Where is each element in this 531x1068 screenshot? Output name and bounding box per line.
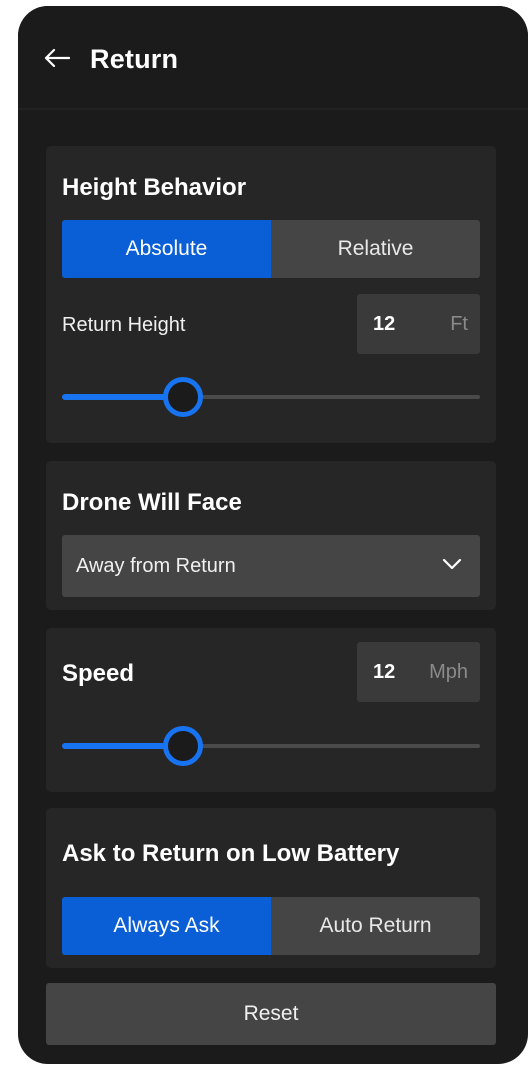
low-battery-card: Ask to Return on Low Battery Always Ask …	[46, 808, 496, 968]
reset-button[interactable]: Reset	[46, 983, 496, 1045]
height-behavior-card: Height Behavior Absolute Relative Return…	[46, 146, 496, 443]
height-mode-toggle: Absolute Relative	[62, 220, 480, 278]
speed-value: 12	[373, 660, 396, 683]
chevron-down-icon	[442, 558, 462, 570]
auto-return-option[interactable]: Auto Return	[271, 897, 480, 955]
drone-face-selected: Away from Return	[76, 554, 236, 577]
return-height-value: 12	[373, 312, 396, 335]
return-settings-screen: Return Height Behavior Absolute Relative…	[18, 6, 528, 1064]
drone-face-dropdown[interactable]: Away from Return	[62, 535, 480, 597]
absolute-option[interactable]: Absolute	[62, 220, 271, 278]
low-battery-toggle: Always Ask Auto Return	[62, 897, 480, 955]
header: Return	[18, 6, 528, 110]
relative-option[interactable]: Relative	[271, 220, 480, 278]
speed-card: Speed 12 Mph	[46, 628, 496, 792]
return-height-label: Return Height	[62, 314, 186, 336]
speed-title: Speed	[62, 660, 135, 687]
low-battery-title: Ask to Return on Low Battery	[62, 840, 400, 867]
speed-unit: Mph	[429, 660, 468, 683]
return-height-unit: Ft	[450, 312, 468, 335]
drone-face-title: Drone Will Face	[62, 489, 242, 516]
speed-slider[interactable]	[62, 726, 480, 766]
drone-face-card: Drone Will Face Away from Return	[46, 461, 496, 610]
slider-thumb[interactable]	[163, 377, 204, 417]
return-height-field[interactable]: 12 Ft	[357, 294, 480, 354]
return-height-slider[interactable]	[62, 377, 480, 417]
slider-thumb[interactable]	[163, 726, 204, 766]
arrow-left-icon[interactable]	[44, 48, 70, 68]
height-behavior-title: Height Behavior	[62, 174, 247, 201]
speed-field[interactable]: 12 Mph	[357, 642, 480, 702]
always-ask-option[interactable]: Always Ask	[62, 897, 271, 955]
page-title: Return	[90, 44, 179, 74]
